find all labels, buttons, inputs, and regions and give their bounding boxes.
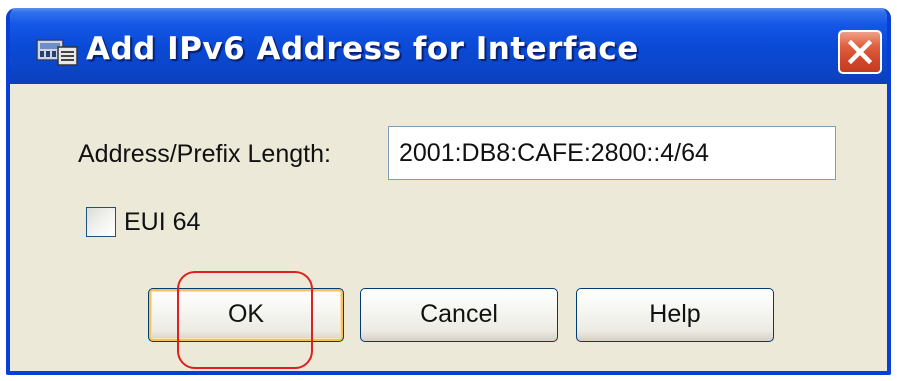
help-button[interactable]: Help: [576, 288, 774, 342]
address-prefix-input[interactable]: [388, 126, 836, 180]
dialog-window: Add IPv6 Address for Interface Address/P…: [6, 8, 891, 375]
close-button[interactable]: [838, 30, 882, 74]
eui64-checkbox[interactable]: [86, 207, 116, 237]
network-interface-icon: [36, 37, 78, 67]
title-bar[interactable]: Add IPv6 Address for Interface: [10, 8, 887, 84]
close-icon: [848, 40, 872, 64]
ok-button[interactable]: OK: [148, 288, 344, 342]
dialog-title: Add IPv6 Address for Interface: [86, 31, 639, 67]
eui64-label[interactable]: EUI 64: [124, 202, 200, 242]
dialog-body: Address/Prefix Length: EUI 64 OK Cancel …: [10, 84, 887, 371]
address-prefix-label: Address/Prefix Length:: [78, 140, 331, 168]
cancel-button[interactable]: Cancel: [360, 288, 558, 342]
